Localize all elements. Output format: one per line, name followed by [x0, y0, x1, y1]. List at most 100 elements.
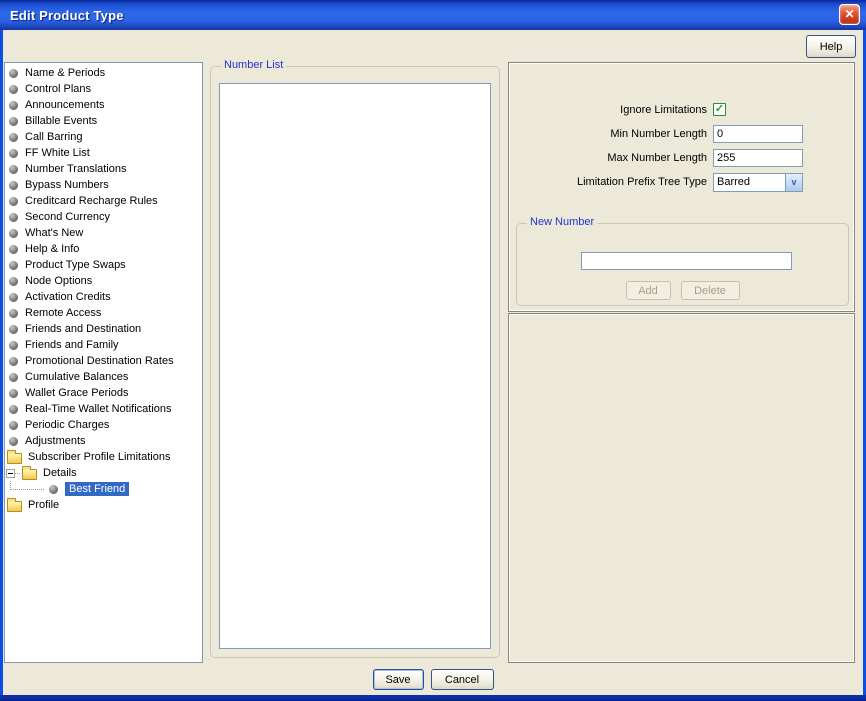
bullet-icon: [9, 164, 18, 174]
tree-item-best-friend[interactable]: Best Friend: [5, 481, 202, 497]
window-title: Edit Product Type: [10, 7, 124, 23]
tree-item-promotional-destination-rates[interactable]: Promotional Destination Rates: [5, 353, 202, 369]
tree-item-cumulative-balances[interactable]: Cumulative Balances: [5, 369, 202, 385]
save-button[interactable]: Save: [372, 669, 424, 690]
folder-icon: [7, 497, 22, 512]
tree-item-second-currency[interactable]: Second Currency: [5, 209, 202, 225]
tree-item-what-s-new[interactable]: What's New: [5, 225, 202, 241]
tree-item-announcements[interactable]: Announcements: [5, 97, 202, 113]
tree-item-label: FF White List: [25, 147, 90, 159]
tree-item-label: Friends and Destination: [25, 323, 142, 335]
tree-item-label: Call Barring: [25, 131, 83, 143]
tree-item-label: Control Plans: [25, 83, 92, 95]
tree-item-name-periods[interactable]: Name & Periods: [5, 65, 202, 81]
close-icon[interactable]: ✕: [839, 4, 860, 25]
check-icon: ✓: [714, 103, 725, 115]
details-form: Ignore Limitations ✓ Min Number Length M…: [509, 103, 806, 197]
combo-selected-value: Barred: [717, 175, 751, 188]
tree-item-adjustments[interactable]: Adjustments: [5, 433, 202, 449]
add-button[interactable]: Add: [625, 281, 671, 300]
bullet-icon: [9, 260, 18, 270]
folder-icon: [7, 449, 22, 464]
tree-item-label: Remote Access: [25, 307, 102, 319]
tree-connector: [15, 472, 20, 474]
new-number-buttons: Add Delete: [517, 281, 848, 300]
tree-item-label: Node Options: [25, 275, 93, 287]
tree-item-call-barring[interactable]: Call Barring: [5, 129, 202, 145]
lower-panel: [508, 313, 855, 663]
footer: Save Cancel: [0, 669, 866, 690]
tree-item-periodic-charges[interactable]: Periodic Charges: [5, 417, 202, 433]
folder-icon: [22, 465, 37, 480]
min-number-length-row: Min Number Length: [509, 125, 806, 143]
tree-item-wallet-grace-periods[interactable]: Wallet Grace Periods: [5, 385, 202, 401]
tree-item-label: Number Translations: [25, 163, 127, 175]
tree-item-label: Subscriber Profile Limitations: [28, 451, 171, 463]
bullet-icon: [9, 180, 18, 190]
chevron-down-icon[interactable]: v: [785, 173, 802, 191]
cancel-button[interactable]: Cancel: [430, 669, 494, 690]
bullet-icon: [9, 132, 18, 142]
expander-minus-icon[interactable]: [6, 468, 15, 478]
tree-item-label: Details: [43, 467, 77, 479]
tree-item-remote-access[interactable]: Remote Access: [5, 305, 202, 321]
tree-item-label: Bypass Numbers: [25, 179, 109, 191]
number-list-title: Number List: [221, 59, 287, 71]
bullet-icon: [9, 420, 18, 430]
bullet-icon: [9, 228, 18, 238]
tree-item-profile[interactable]: Profile: [5, 497, 202, 513]
tree-item-label: Wallet Grace Periods: [25, 387, 129, 399]
tree-item-label: Cumulative Balances: [25, 371, 129, 383]
tree-item-billable-events[interactable]: Billable Events: [5, 113, 202, 129]
limitation-prefix-tree-type-label: Limitation Prefix Tree Type: [576, 176, 707, 188]
tree-item-label: Billable Events: [25, 115, 98, 127]
tree-item-label: Second Currency: [25, 211, 110, 223]
tree-item-label: Activation Credits: [25, 291, 111, 303]
tree-item-number-translations[interactable]: Number Translations: [5, 161, 202, 177]
tree-item-label: Friends and Family: [25, 339, 119, 351]
bullet-icon: [9, 244, 18, 254]
min-number-length-input[interactable]: [713, 125, 803, 143]
help-button[interactable]: Help: [806, 35, 856, 58]
number-list[interactable]: [219, 83, 491, 649]
number-list-groupbox: Number List: [210, 59, 500, 658]
tree-item-friends-and-family[interactable]: Friends and Family: [5, 337, 202, 353]
tree-item-subscriber-profile-limitations[interactable]: Subscriber Profile Limitations: [5, 449, 202, 465]
window-border-left: [0, 30, 3, 701]
bullet-icon: [9, 308, 18, 318]
limitation-prefix-tree-type-select[interactable]: Barred v: [713, 172, 803, 192]
tree-item-label: What's New: [25, 227, 84, 239]
tree-item-creditcard-recharge-rules[interactable]: Creditcard Recharge Rules: [5, 193, 202, 209]
tree-item-ff-white-list[interactable]: FF White List: [5, 145, 202, 161]
new-number-title: New Number: [527, 216, 598, 228]
tree-item-real-time-wallet-notifications[interactable]: Real-Time Wallet Notifications: [5, 401, 202, 417]
tree-item-activation-credits[interactable]: Activation Credits: [5, 289, 202, 305]
bullet-icon: [9, 196, 18, 206]
tree-item-node-options[interactable]: Node Options: [5, 273, 202, 289]
ignore-limitations-row: Ignore Limitations ✓: [509, 103, 806, 116]
delete-button[interactable]: Delete: [680, 281, 740, 300]
tree-item-help-info[interactable]: Help & Info: [5, 241, 202, 257]
max-number-length-input[interactable]: [713, 149, 803, 167]
bullet-icon: [9, 292, 18, 302]
bullet-icon: [9, 404, 18, 414]
tree-item-label: Periodic Charges: [25, 419, 110, 431]
tree-item-details[interactable]: Details: [5, 465, 202, 481]
ignore-limitations-checkbox[interactable]: ✓: [713, 103, 726, 116]
tree-item-label: Creditcard Recharge Rules: [25, 195, 158, 207]
bullet-icon: [9, 212, 18, 222]
tree-item-control-plans[interactable]: Control Plans: [5, 81, 202, 97]
tree-item-product-type-swaps[interactable]: Product Type Swaps: [5, 257, 202, 273]
tree-item-friends-and-destination[interactable]: Friends and Destination: [5, 321, 202, 337]
bullet-icon: [9, 148, 18, 158]
tree-item-label: Best Friend: [65, 482, 130, 496]
bullet-icon: [9, 436, 18, 446]
tree-item-label: Real-Time Wallet Notifications: [25, 403, 172, 415]
details-panel: Ignore Limitations ✓ Min Number Length M…: [508, 62, 855, 312]
window-border-bottom: [0, 695, 866, 701]
bullet-icon: [9, 340, 18, 350]
tree-item-bypass-numbers[interactable]: Bypass Numbers: [5, 177, 202, 193]
tree-connector: [10, 481, 44, 490]
new-number-input[interactable]: [581, 252, 792, 270]
bullet-icon: [9, 388, 18, 398]
